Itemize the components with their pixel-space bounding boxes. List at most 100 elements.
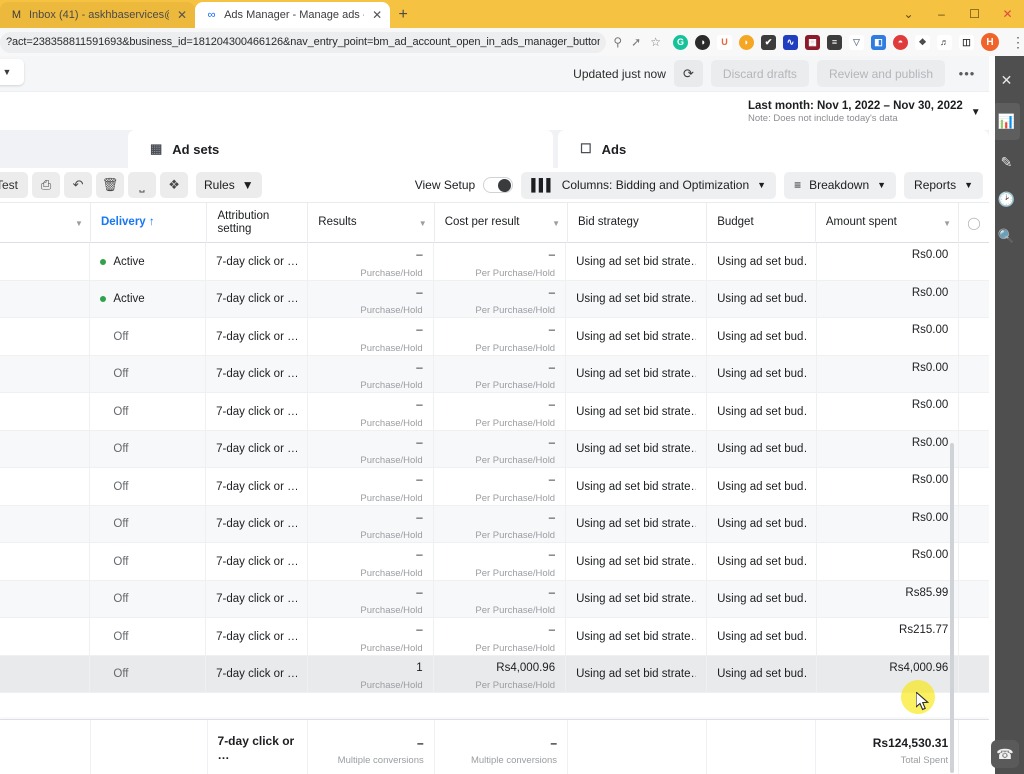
table-header-budget[interactable]: Budget (707, 203, 816, 243)
u-extension-icon[interactable]: U (717, 34, 732, 50)
table-header-bid[interactable]: Bid strategy (568, 203, 708, 243)
chevron-down-icon[interactable]: ▼ (963, 107, 981, 118)
tab-ad-sets[interactable]: ▦ Ad sets (128, 130, 553, 168)
chevron-down-icon[interactable]: ▼ (75, 219, 83, 228)
status-badge: Off (100, 556, 195, 568)
chevron-down-icon: ▼ (964, 180, 973, 190)
chevron-down-icon[interactable]: ▼ (943, 219, 951, 228)
reports-dropdown[interactable]: Reports ▼ (904, 171, 983, 199)
table-row[interactable]: Active 7-day click or … – Purchase/Hold – Per… (0, 243, 989, 281)
toggle-switch[interactable] (483, 177, 514, 193)
zoom-icon[interactable]: ⚲ (613, 35, 622, 49)
puzzle-extension-icon[interactable]: ❖ (915, 34, 930, 50)
chevron-down-icon[interactable]: ▼ (419, 219, 427, 228)
cell-value: Using ad set bid strate… (576, 555, 697, 568)
undo-icon[interactable]: ↶ (64, 172, 93, 198)
cell-value: Using ad set bid strate… (576, 518, 697, 531)
filter-extension-icon[interactable]: ▽ (849, 34, 864, 50)
chevron-down-icon: ▼ (877, 180, 887, 190)
chart-icon[interactable]: 📊 (993, 103, 1020, 140)
cell-attribution: 7-day click or … (206, 355, 309, 393)
cell-subtext: Per Purchase/Hold (475, 267, 556, 279)
table-header-spent[interactable]: Amount spent ▼ (816, 203, 959, 243)
close-icon[interactable]: ✕ (175, 9, 187, 21)
export-icon[interactable]: ⎵ (128, 172, 157, 198)
vertical-scrollbar[interactable] (950, 443, 954, 773)
cell-value: – (416, 436, 423, 449)
cell-budget: Using ad set bud… (707, 355, 818, 393)
table-row[interactable]: Off 7-day click or … – Purchase/Hold – Per Pu… (0, 318, 989, 356)
table-row[interactable]: Off 7-day click or … – Purchase/Hold – Per Pu… (0, 618, 989, 656)
breakdown-label: Breakdown (809, 178, 870, 192)
tab-ads[interactable]: ☐ Ads (558, 130, 989, 168)
phone-icon[interactable]: ☎ (991, 740, 1019, 768)
sidebar-extension-icon[interactable]: ◧ (871, 34, 886, 50)
url-text: ?act=238358811591693&business_id=1812043… (6, 36, 601, 48)
delete-icon[interactable]: 🗑 (96, 172, 125, 198)
dark-reader-extension-icon[interactable]: ◑ (695, 34, 710, 50)
rules-dropdown[interactable]: Rules ▼ (196, 172, 262, 198)
cell-attribution: 7-day click or … (206, 543, 309, 581)
table-row[interactable]: Off 7-day click or … – Purchase/Hold – Per Pu… (0, 430, 989, 468)
refresh-icon[interactable]: ⟳ (673, 60, 703, 87)
account-selector-caret[interactable]: ▼ (0, 59, 24, 85)
checklist-extension-icon[interactable]: ✔ (761, 34, 776, 50)
breakdown-dropdown[interactable]: ≡ Breakdown ▼ (784, 171, 897, 199)
profile-avatar[interactable]: H (981, 33, 999, 51)
status-badge: Off (100, 443, 195, 455)
table-extension-icon[interactable]: ▦ (805, 34, 820, 50)
table-header-attribution[interactable]: Attribution setting (207, 203, 309, 243)
cell-value: Using ad set bud… (717, 593, 807, 606)
bookmark-star-icon[interactable]: ☆ (650, 35, 661, 49)
table-row[interactable]: Off 7-day click or … – Purchase/Hold – Per Pu… (0, 543, 989, 581)
table-header-delivery[interactable]: Delivery ↑ (91, 203, 208, 243)
table-header-results[interactable]: Results ▼ (308, 203, 435, 243)
duplicate-icon[interactable]: ⎙ (32, 172, 61, 198)
table-row[interactable]: Off 7-day click or … – Purchase/Hold – Per Pu… (0, 580, 989, 618)
table-row[interactable]: Off 7-day click or … – Purchase/Hold – Per Pu… (0, 393, 989, 431)
chevron-down-icon[interactable]: ▼ (552, 219, 560, 228)
columns-dropdown[interactable]: ▌▌▌ Columns: Bidding and Optimization ▼ (521, 171, 777, 199)
table-row[interactable]: Active 7-day click or … – Purchase/Hold – Per… (0, 280, 989, 318)
grammarly-extension-icon[interactable]: G (673, 34, 688, 50)
new-tab-button[interactable]: + (390, 2, 416, 28)
review-and-publish-button[interactable]: Review and publish (816, 60, 945, 87)
column-settings-icon[interactable]: ◯ (959, 203, 989, 243)
menu-extension-icon[interactable]: ≡ (827, 34, 842, 50)
tab-search-icon[interactable]: ⌄ (892, 0, 925, 28)
cell-spent: Rs0.00 (817, 430, 960, 468)
cell-bid: Using ad set bid strate… (566, 318, 708, 356)
browser-menu-icon[interactable]: ⋮ (1006, 34, 1024, 51)
table-row[interactable]: Off 7-day click or … – Purchase/Hold – Per Pu… (0, 355, 989, 393)
table-row[interactable]: Off 7-day click or … – Purchase/Hold – Per Pu… (0, 468, 989, 506)
view-setup-toggle[interactable]: View Setup (415, 177, 514, 193)
minimize-button[interactable]: – (925, 0, 958, 28)
pokeball-extension-icon[interactable]: ◓ (893, 34, 908, 50)
split-view-extension-icon[interactable]: ◫ (959, 34, 974, 50)
analytics-extension-icon[interactable]: ∿ (783, 34, 798, 50)
status-label: Off (113, 405, 129, 418)
cell-spent: Rs0.00 (817, 318, 960, 356)
share-icon[interactable]: ➚ (631, 35, 641, 49)
ab-test-button[interactable]: Test (0, 172, 29, 198)
cell-budget: Using ad set bud… (707, 655, 818, 693)
table-row[interactable]: Off 7-day click or … 1 Purchase/Hold Rs4,000… (0, 655, 989, 693)
tag-icon[interactable]: ❖ (160, 172, 189, 198)
browser-tab-inbox[interactable]: M Inbox (41) - askhbaservices@gm ✕ (0, 2, 196, 28)
table-header-cost[interactable]: Cost per result ▼ (435, 203, 568, 243)
discard-drafts-button[interactable]: Discard drafts (710, 60, 809, 87)
status-label: Off (113, 593, 129, 606)
more-options-button[interactable]: ••• (953, 60, 981, 87)
cell-results: – Purchase/Hold (308, 618, 434, 656)
omnibox-actions: ⚲ ➚ ☆ (606, 35, 661, 49)
browser-tab-ads-manager[interactable]: ∞ Ads Manager - Manage ads - Ca ✕ (195, 2, 391, 28)
close-icon[interactable]: ✕ (370, 9, 382, 21)
maximize-button[interactable]: ☐ (958, 0, 991, 28)
close-window-button[interactable]: ✕ (991, 0, 1024, 28)
table-row[interactable]: Off 7-day click or … – Purchase/Hold – Per Pu… (0, 505, 989, 543)
date-range-picker[interactable]: Last month: Nov 1, 2022 – Nov 30, 2022 N… (748, 94, 981, 130)
honey-extension-icon[interactable]: ◗ (739, 34, 754, 50)
address-bar[interactable]: ?act=238358811591693&business_id=1812043… (0, 31, 607, 53)
row-gutter (0, 655, 91, 693)
playlist-extension-icon[interactable]: ♬ (937, 34, 952, 50)
